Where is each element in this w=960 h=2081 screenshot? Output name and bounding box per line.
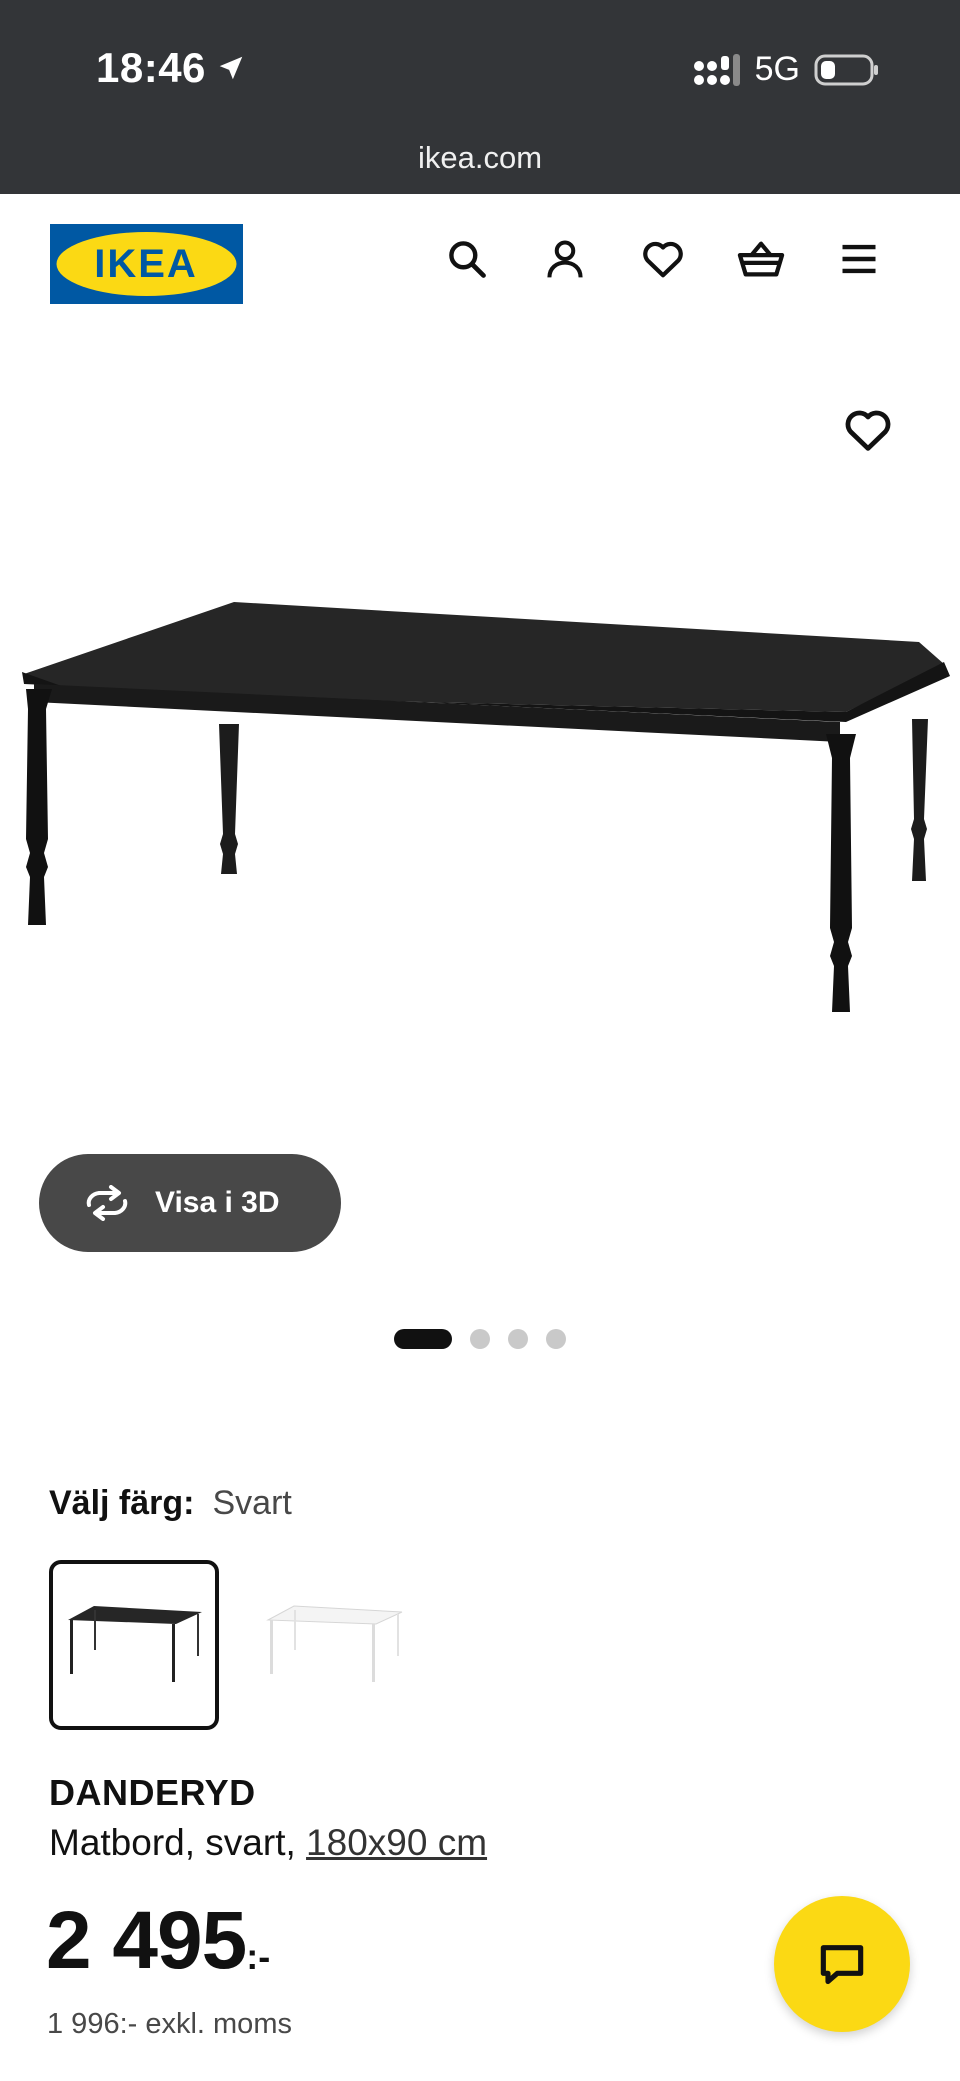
product-description: Matbord, svart, 180x90 cm — [49, 1822, 487, 1864]
chat-icon — [820, 1945, 864, 1985]
battery-icon — [814, 54, 878, 85]
product-gallery[interactable]: Visa i 3D — [0, 334, 960, 1374]
signal-icon — [693, 53, 740, 86]
product-price: 2 495 :- — [46, 1900, 270, 1982]
price-value: 2 495 — [46, 1895, 247, 1986]
gallery-pagination — [0, 1329, 960, 1349]
choose-color-label: Välj färg: — [49, 1484, 195, 1522]
gallery-dot-2[interactable] — [470, 1329, 490, 1349]
svg-text:IKEA: IKEA — [94, 242, 198, 286]
color-chooser-label: Välj färg: Svart — [49, 1484, 292, 1523]
menu-icon[interactable] — [834, 234, 884, 284]
color-swatches — [49, 1560, 419, 1730]
swatch-black-thumbnail — [68, 1606, 202, 1682]
chat-button[interactable] — [774, 1896, 910, 2032]
profile-icon[interactable] — [540, 234, 590, 284]
product-description-text: Matbord, svart, — [49, 1822, 296, 1863]
search-icon[interactable] — [442, 234, 492, 284]
swatch-white-thumbnail — [266, 1605, 403, 1682]
network-type: 5G — [754, 50, 800, 88]
view-in-3d-label: Visa i 3D — [155, 1186, 280, 1219]
status-indicators: 5G — [693, 50, 880, 89]
status-bar: 18:46 5G ikea.com — [0, 0, 960, 194]
gallery-dot-3[interactable] — [508, 1329, 528, 1349]
product-size-link[interactable]: 180x90 cm — [306, 1822, 487, 1863]
swatch-white[interactable] — [249, 1560, 419, 1730]
add-to-favourites-icon[interactable] — [842, 404, 894, 456]
heart-icon[interactable] — [638, 234, 688, 284]
gallery-dot-4[interactable] — [546, 1329, 566, 1349]
time-text: 18:46 — [96, 44, 206, 91]
browser-url[interactable]: ikea.com — [0, 140, 960, 176]
product-image — [22, 602, 950, 1012]
location-arrow-icon — [219, 56, 243, 80]
ikea-logo[interactable]: IKEA — [50, 224, 243, 304]
basket-icon[interactable] — [736, 234, 786, 284]
selected-color-value: Svart — [212, 1484, 292, 1522]
rotate-3d-icon — [86, 1185, 128, 1221]
price-excl-vat: 1 996:- exkl. moms — [47, 2008, 292, 2040]
view-in-3d-button[interactable]: Visa i 3D — [39, 1154, 341, 1252]
gallery-dot-1[interactable] — [394, 1329, 452, 1349]
product-name: DANDERYD — [49, 1772, 256, 1813]
swatch-black[interactable] — [49, 1560, 219, 1730]
price-suffix: :- — [246, 1936, 271, 1977]
status-time: 18:46 — [96, 44, 246, 92]
site-header: IKEA — [0, 194, 960, 334]
logo-graphic: IKEA — [50, 224, 243, 304]
